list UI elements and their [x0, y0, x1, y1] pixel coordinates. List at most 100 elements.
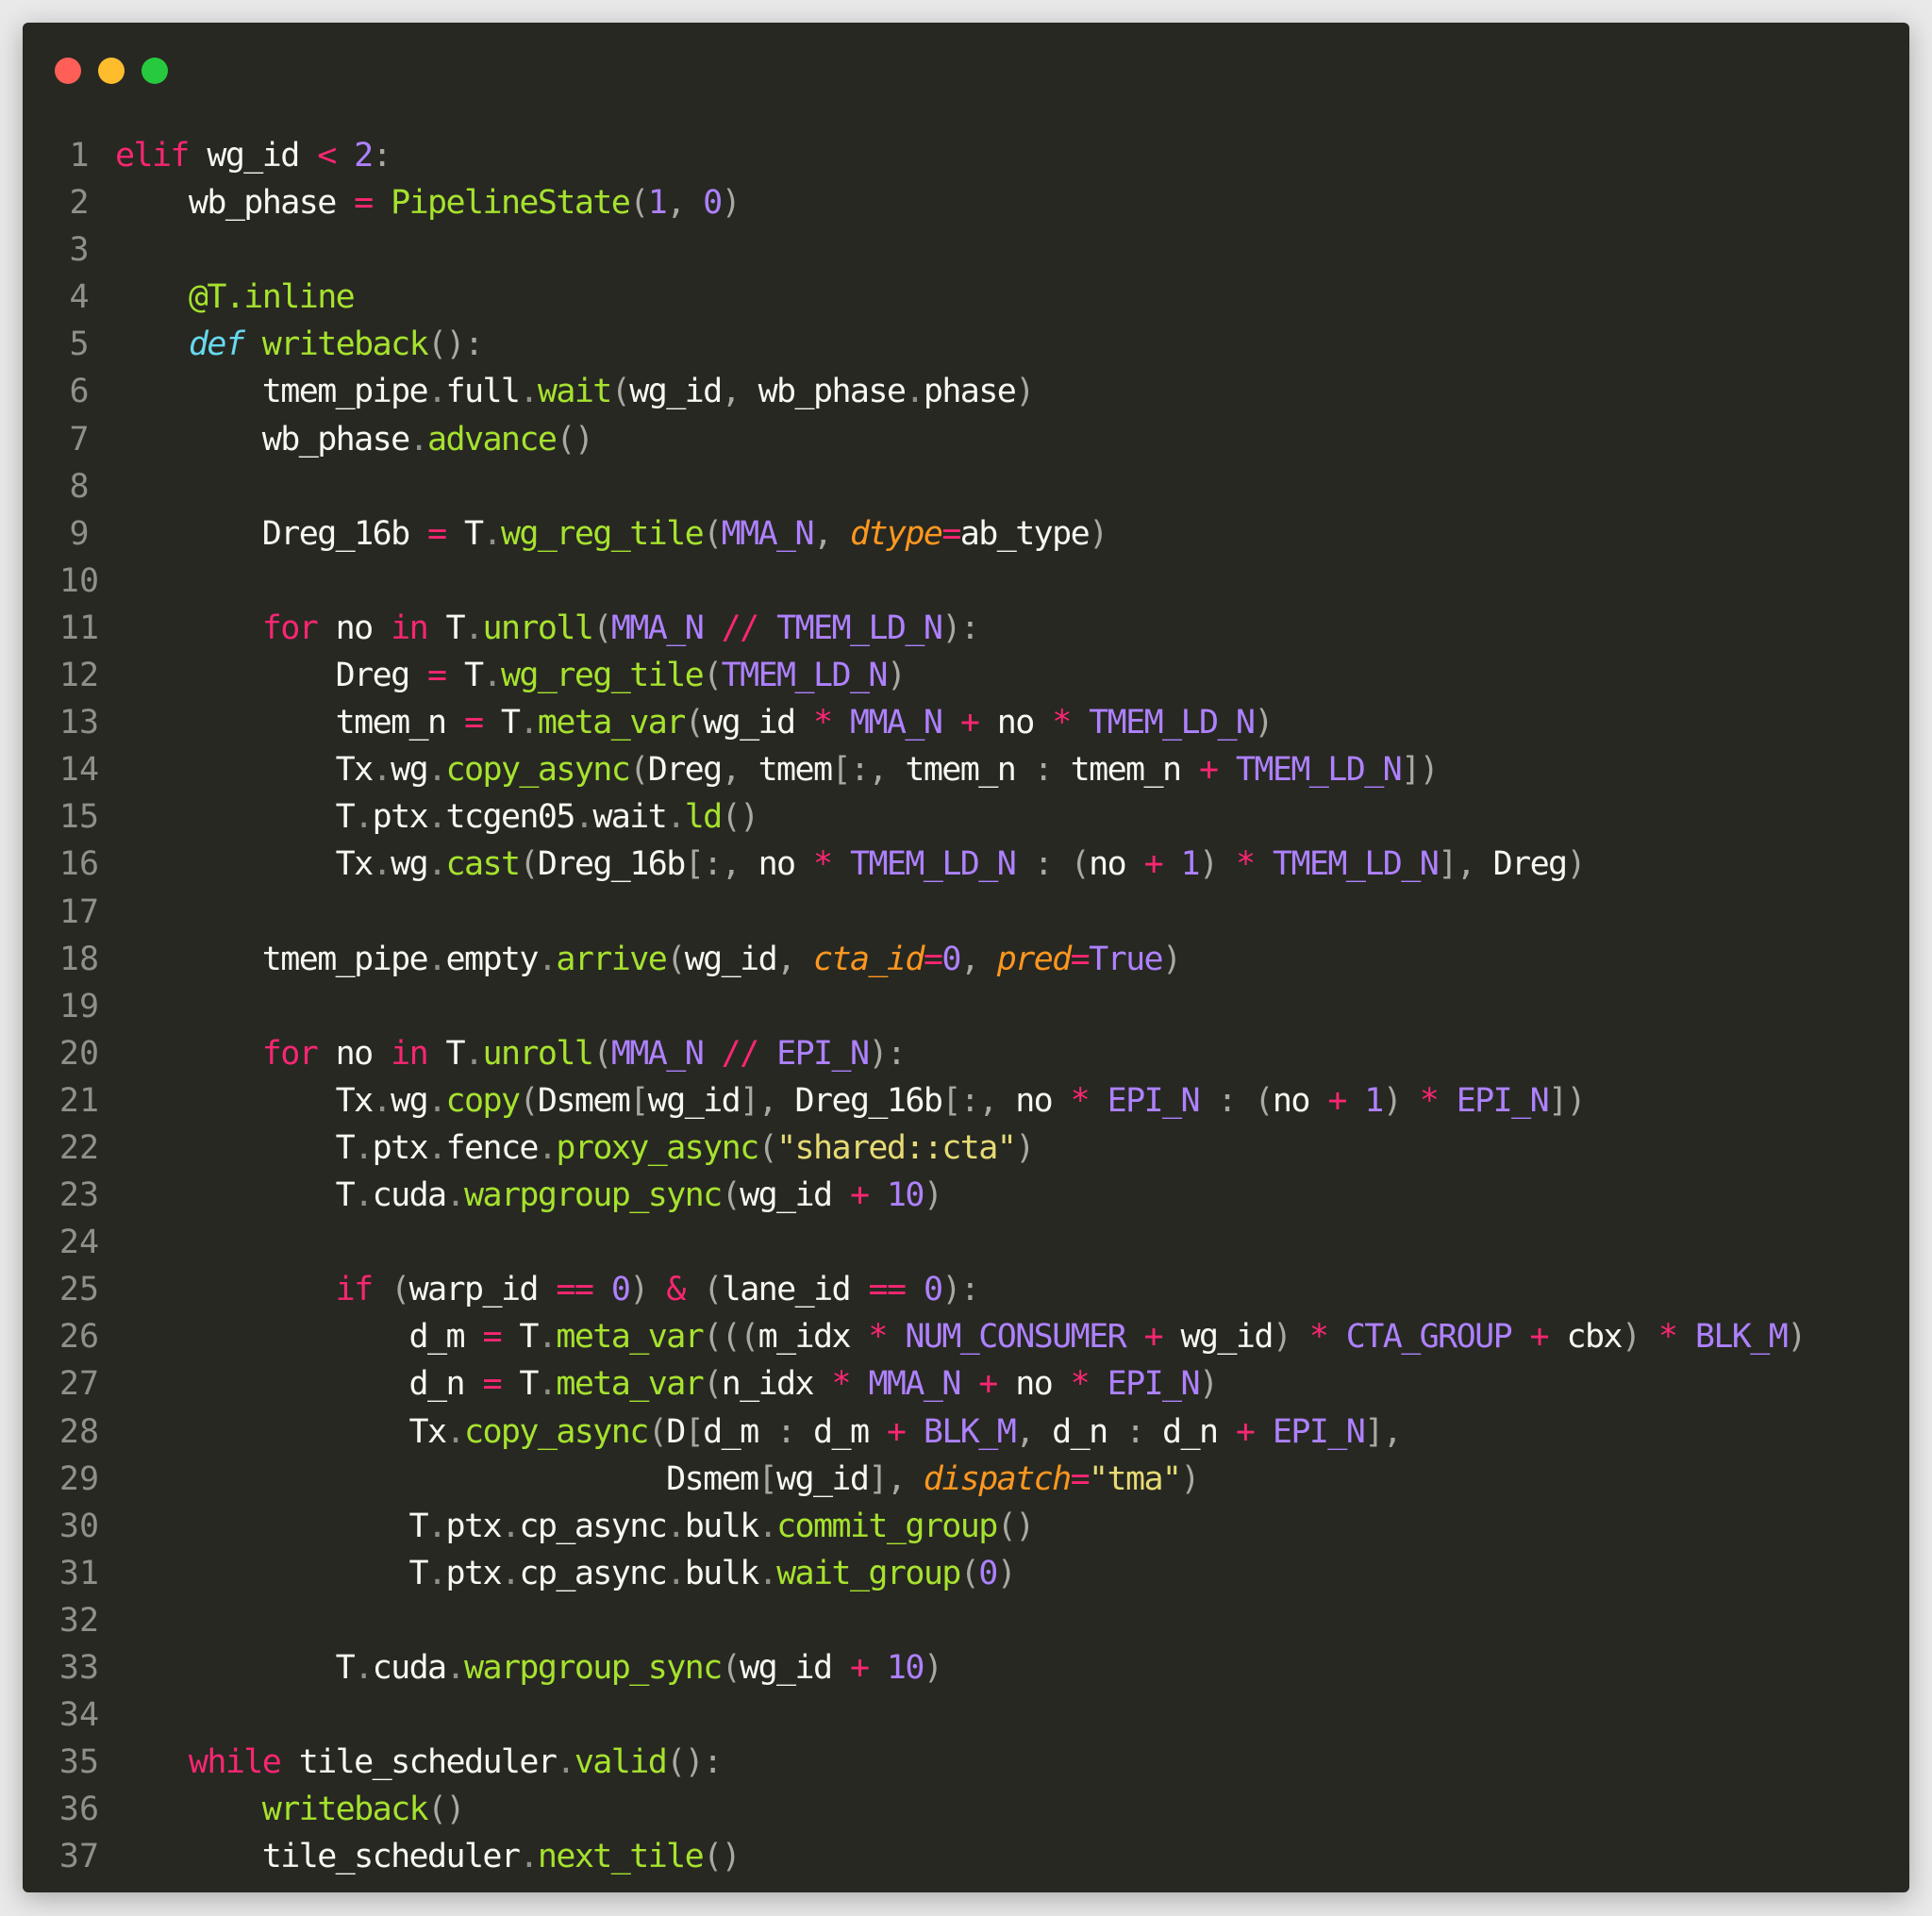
code-token: ( [519, 1081, 539, 1120]
code-token: // [721, 608, 760, 647]
code-token: . [905, 373, 924, 411]
code-token: EPI_N [1107, 1081, 1201, 1120]
code-token: . [427, 1554, 447, 1592]
code-token: + [1143, 845, 1164, 884]
code-token: 0 [978, 1554, 998, 1592]
code-token: : [1033, 845, 1054, 884]
code-token: ( [629, 751, 649, 790]
line-number: 34 [58, 1696, 100, 1735]
code-token: TMEM_LD_N [849, 845, 1017, 884]
code-token: tcgen05 [445, 798, 576, 837]
code-token: ) [1382, 1081, 1403, 1120]
line-source: writeback() [115, 1786, 466, 1833]
code-token: + [886, 1412, 907, 1451]
code-token: = [463, 704, 484, 742]
code-token: = [1070, 940, 1091, 978]
line-number: 24 [58, 1224, 100, 1262]
code-token: = [482, 1318, 502, 1357]
code-token: . [372, 751, 392, 790]
code-token: meta_var [556, 1318, 704, 1357]
code-token: ]) [1548, 1081, 1587, 1120]
code-token: T [115, 1128, 356, 1167]
code-token: ) [721, 184, 741, 223]
code-token: . [482, 514, 502, 553]
code-token: * [1052, 704, 1072, 742]
line-source: while tile_scheduler.valid(): [115, 1739, 723, 1786]
code-token: ) [1015, 1128, 1035, 1167]
code-token: wg [391, 845, 429, 884]
code-token: ( [703, 1365, 723, 1404]
code-token: warp_id [408, 1271, 557, 1309]
line-source: Dreg_16b = T.wg_reg_tile(MMA_N, dtype=ab… [115, 510, 1108, 558]
code-token: . [445, 1649, 466, 1687]
code-token: [:, [941, 1081, 1016, 1120]
line-number: 32 [58, 1601, 100, 1640]
code-token: pred [996, 940, 1072, 978]
code-token: . [574, 798, 594, 837]
code-token: T [115, 1176, 356, 1215]
code-token: , [776, 940, 813, 978]
code-token: ( [1254, 1081, 1274, 1120]
line-source: Tx.wg.copy_async(Dreg, tmem[:, tmem_n : … [115, 746, 1440, 793]
code-token: ( [666, 940, 686, 978]
line-number: 18 [58, 940, 100, 978]
line-source: Dsmem[wg_id], dispatch="tma") [115, 1456, 1200, 1503]
code-window: 1 elif wg_id < 2: 2 wb_phase = PipelineSta… [23, 23, 1909, 1892]
code-token: * [1419, 1081, 1440, 1120]
code-token: TMEM_LD_N [721, 657, 889, 695]
code-token: = [1070, 1459, 1091, 1498]
code-token: , [1015, 1412, 1053, 1451]
line-number: 10 [58, 561, 100, 600]
code-token: , [721, 751, 758, 790]
code-token: . [482, 657, 502, 695]
code-token: , [666, 184, 704, 223]
code-token: + [1529, 1318, 1550, 1357]
code-token: == [556, 1271, 594, 1309]
code-token: , [959, 940, 997, 978]
code-token: Dreg_16b [537, 845, 686, 884]
close-button[interactable] [55, 58, 81, 84]
code-token: BLK_M [923, 1412, 1017, 1451]
code-token: . [519, 704, 539, 742]
line-source: Tx.wg.copy(Dsmem[wg_id], Dreg_16b[:, no … [115, 1077, 1587, 1125]
code-token: = [427, 657, 447, 695]
code-token: d_n [1052, 1412, 1126, 1451]
code-token: // [721, 1034, 760, 1073]
line-number: 25 [58, 1271, 100, 1309]
code-token: T [115, 798, 356, 837]
code-token: cp_async [519, 1554, 667, 1592]
code-token: ( [703, 657, 723, 695]
line-source: if (warp_id == 0) & (lane_id == 0): [115, 1266, 980, 1313]
maximize-button[interactable] [142, 58, 168, 84]
code-token: Dsmem [115, 1459, 759, 1498]
code-token: ptx [372, 798, 429, 837]
code-token: [ [684, 1412, 705, 1451]
code-token: True [1089, 940, 1163, 978]
minimize-button[interactable] [98, 58, 125, 84]
code-token: ( [629, 184, 649, 223]
code-token: wb_phase [115, 420, 410, 458]
code-token: : [1125, 1412, 1145, 1451]
line-number: 6 [69, 373, 90, 411]
code-token: meta_var [537, 704, 686, 742]
code-token: MMA_N [868, 1365, 961, 1404]
line-number: 9 [69, 514, 90, 553]
code-token: wg_id [740, 1176, 850, 1215]
code-token: TMEM_LD_N [1235, 751, 1403, 790]
code-token: no [978, 704, 1053, 742]
code-token: phase [923, 373, 1017, 411]
code-token: ) [1254, 704, 1274, 742]
code-token: ) [1198, 1365, 1219, 1404]
